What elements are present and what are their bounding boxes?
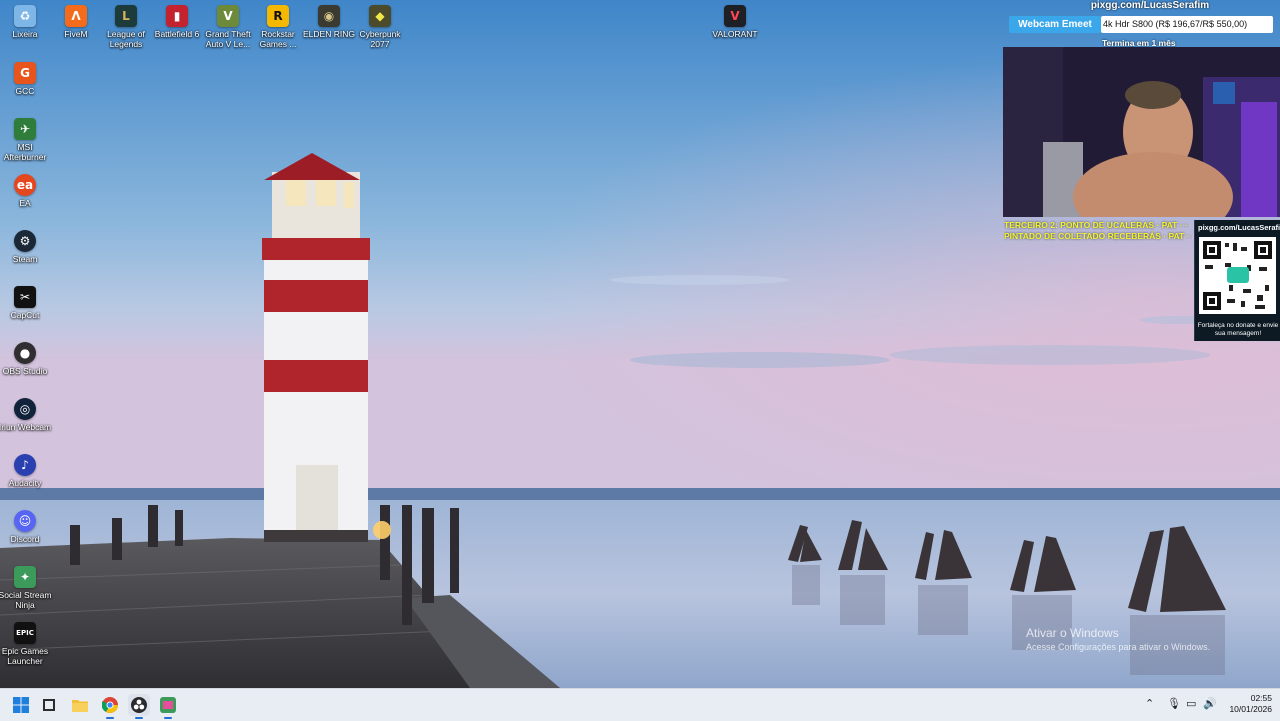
file-explorer-icon — [72, 700, 88, 712]
desktop-icon-label: Rockstar Games ... — [259, 29, 297, 49]
task-view-icon — [43, 699, 55, 711]
desktop-icon-cyberpunk[interactable]: ◆ Cyberpunk 2077 — [353, 5, 407, 49]
microphone-icon: 🎙 — [1167, 697, 1181, 710]
desktop-icon-label: GCC — [15, 86, 35, 96]
desktop-icon-rockstar[interactable]: R Rockstar Games ... — [251, 5, 305, 49]
obs-icon: ● — [14, 342, 36, 364]
desktop-icon-msi-afterburner[interactable]: ✈ MSI Afterburner — [0, 118, 52, 162]
show-hidden-icons-button[interactable]: ⌃ — [1145, 697, 1154, 710]
desktop-icon-label: Audacity — [8, 478, 42, 488]
msi-afterburner-icon: ✈ — [14, 118, 36, 140]
epic-games-icon: EPIC — [14, 622, 36, 644]
social-stream-taskbar-button[interactable] — [157, 694, 179, 719]
clock-time: 02:55 — [1250, 693, 1272, 703]
steam-icon: ⚙ — [14, 230, 36, 252]
overlay-top-url: pixgg.com/LucasSerafim — [1090, 0, 1210, 11]
taskbar: ⌃ 🎙 ▭ 🔊 02:55 10/01/2026 — [0, 688, 1280, 721]
desktop-icon-epic-games[interactable]: EPIC Epic Games Launcher — [0, 622, 52, 666]
desktop-icon-capcut[interactable]: ✂ CapCut — [0, 286, 52, 320]
desktop-icon-gta[interactable]: V Grand Theft Auto V Le... — [201, 5, 255, 49]
desktop-icon-label: ELDEN RING — [303, 29, 355, 39]
desktop-icon-label: Lixeira — [12, 29, 38, 39]
donation-qr-panel: pixgg.com/LucasSerafim Fortaleça no dona… — [1194, 220, 1280, 341]
desktop-icon-gcc[interactable]: G GCC — [0, 62, 52, 96]
desktop-icon-label: Steam — [12, 254, 38, 264]
desktop-icon-social-stream-ninja[interactable]: ✦ Social Stream Ninja — [0, 566, 52, 610]
ea-icon: ea — [14, 174, 36, 196]
battlefield-icon: ▮ — [166, 5, 188, 27]
desktop-icon-label: Epic Games Launcher — [1, 646, 49, 666]
qr-caption: Fortaleça no donate e envie sua mensagem… — [1197, 322, 1279, 337]
desktop-icon-label: FiveM — [64, 29, 88, 39]
desktop-icon-label: MSI Afterburner — [3, 142, 47, 162]
task-view-button[interactable] — [38, 694, 60, 716]
clock[interactable]: 02:55 10/01/2026 — [1229, 693, 1272, 715]
desktop-icon-label: Social Stream Ninja — [0, 590, 52, 610]
chrome-icon — [102, 697, 118, 713]
webcam-label-bar: Webcam Emeet — [1009, 16, 1101, 33]
desktop-icon-iriun-webcam[interactable]: ◎ Iriun Webcam — [0, 398, 52, 432]
activation-title: Ativar o Windows — [1026, 626, 1119, 640]
desktop-icon-fivem[interactable]: Λ FiveM — [49, 5, 103, 39]
network-icon: ▭ — [1186, 697, 1197, 710]
obs-icon — [131, 697, 147, 713]
clock-date: 10/01/2026 — [1229, 704, 1272, 714]
desktop-icon-elden-ring[interactable]: ◉ ELDEN RING — [302, 5, 356, 39]
ticker-line: PINTADO DE COLETADO RECEBERÁS · PAT · · — [1004, 231, 1192, 241]
start-button[interactable] — [10, 694, 32, 716]
chrome-taskbar-button[interactable] — [99, 694, 121, 719]
desktop-icon-label: VALORANT — [712, 29, 758, 39]
desktop-icon-label: EA — [19, 198, 31, 208]
obs-taskbar-button[interactable] — [128, 694, 150, 719]
desktop-icon-steam[interactable]: ⚙ Steam — [0, 230, 52, 264]
desktop-icon-label: CapCut — [10, 310, 40, 320]
chevron-up-icon: ⌃ — [1145, 697, 1155, 710]
desktop-icon-ea[interactable]: ea EA — [0, 174, 52, 208]
desktop-icon-label: Iriun Webcam — [0, 422, 52, 432]
volume-tray-button[interactable]: 🔊 — [1203, 697, 1217, 710]
desktop-icon-league-of-legends[interactable]: L League of Legends — [99, 5, 153, 49]
event-ticker: TERCEIRO 2: PONTO DE UCALERAS · PAT · · … — [1004, 220, 1192, 242]
desktop-icon-label: Cyberpunk 2077 — [359, 29, 401, 49]
desktop-icon-label: OBS Studio — [2, 366, 48, 376]
gta-icon: V — [217, 5, 239, 27]
desktop-icon-discord[interactable]: ☺ Discord — [0, 510, 52, 544]
microphone-tray-button[interactable]: 🎙 — [1167, 697, 1181, 710]
file-explorer-button[interactable] — [69, 694, 91, 716]
qr-code — [1199, 237, 1276, 314]
desktop-icon-label: Grand Theft Auto V Le... — [205, 29, 251, 49]
desktop-icon-valorant[interactable]: V VALORANT — [708, 5, 762, 39]
activation-watermark: Ativar o Windows Acesse Configurações pa… — [1026, 626, 1210, 652]
gcc-icon: G — [14, 62, 36, 84]
social-stream-icon — [160, 697, 176, 713]
desktop-icon-audacity[interactable]: ♪ Audacity — [0, 454, 52, 488]
elden-ring-icon: ◉ — [318, 5, 340, 27]
iriun-icon: ◎ — [14, 398, 36, 420]
cyberpunk-icon: ◆ — [369, 5, 391, 27]
capcut-icon: ✂ — [14, 286, 36, 308]
ticker-line: TERCEIRO 2: PONTO DE UCALERAS · PAT · · — [1004, 220, 1188, 230]
discord-icon: ☺ — [14, 510, 36, 532]
valorant-icon: V — [724, 5, 746, 27]
desktop-icon-battlefield[interactable]: ▮ Battlefield 6 — [150, 5, 204, 39]
windows-start-icon — [13, 697, 29, 713]
desktop-icon-label: Discord — [10, 534, 40, 544]
rockstar-icon: R — [267, 5, 289, 27]
social-stream-icon: ✦ — [14, 566, 36, 588]
desktop-icon-label: League of Legends — [107, 29, 145, 49]
network-tray-button[interactable]: ▭ — [1186, 697, 1196, 710]
donation-goal: 4k Hdr S800 (R$ 196,67/R$ 550,00) — [1101, 16, 1273, 33]
audacity-icon: ♪ — [14, 454, 36, 476]
webcam-feed — [1003, 47, 1280, 217]
volume-icon: 🔊 — [1203, 697, 1217, 710]
desktop-icon-obs-studio[interactable]: ● OBS Studio — [0, 342, 52, 376]
fivem-icon: Λ — [65, 5, 87, 27]
desktop-icon-label: Battlefield 6 — [154, 29, 200, 39]
desktop-icon-lixeira[interactable]: ♻ Lixeira — [0, 5, 52, 39]
activation-subtitle: Acesse Configurações para ativar o Windo… — [1026, 642, 1211, 652]
qr-url: pixgg.com/LucasSerafim — [1198, 223, 1280, 232]
league-of-legends-icon: L — [115, 5, 137, 27]
recycle-bin-icon: ♻ — [14, 5, 36, 27]
